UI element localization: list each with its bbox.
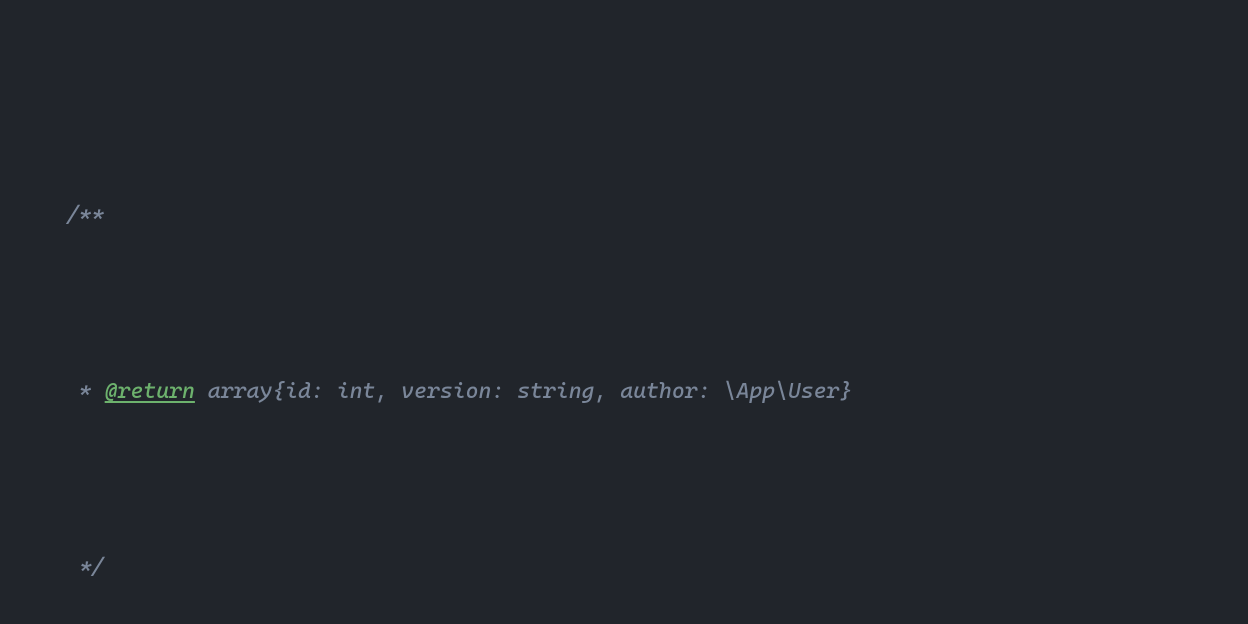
docblock-star: * xyxy=(66,379,105,404)
code-editor[interactable]: /** * @return array{id: int, version: st… xyxy=(0,0,1248,624)
code-line-docblock-open[interactable]: /** xyxy=(0,194,1248,238)
phpdoc-return-tag: @return xyxy=(105,379,195,404)
code-line-return-tag[interactable]: * @return array{id: int, version: string… xyxy=(0,370,1248,414)
docblock-close: */ xyxy=(66,555,105,580)
phpdoc-return-desc: array{id: int, version: string, author: … xyxy=(195,379,852,404)
docblock-open: /** xyxy=(66,203,105,228)
code-line-docblock-close[interactable]: */ xyxy=(0,546,1248,590)
